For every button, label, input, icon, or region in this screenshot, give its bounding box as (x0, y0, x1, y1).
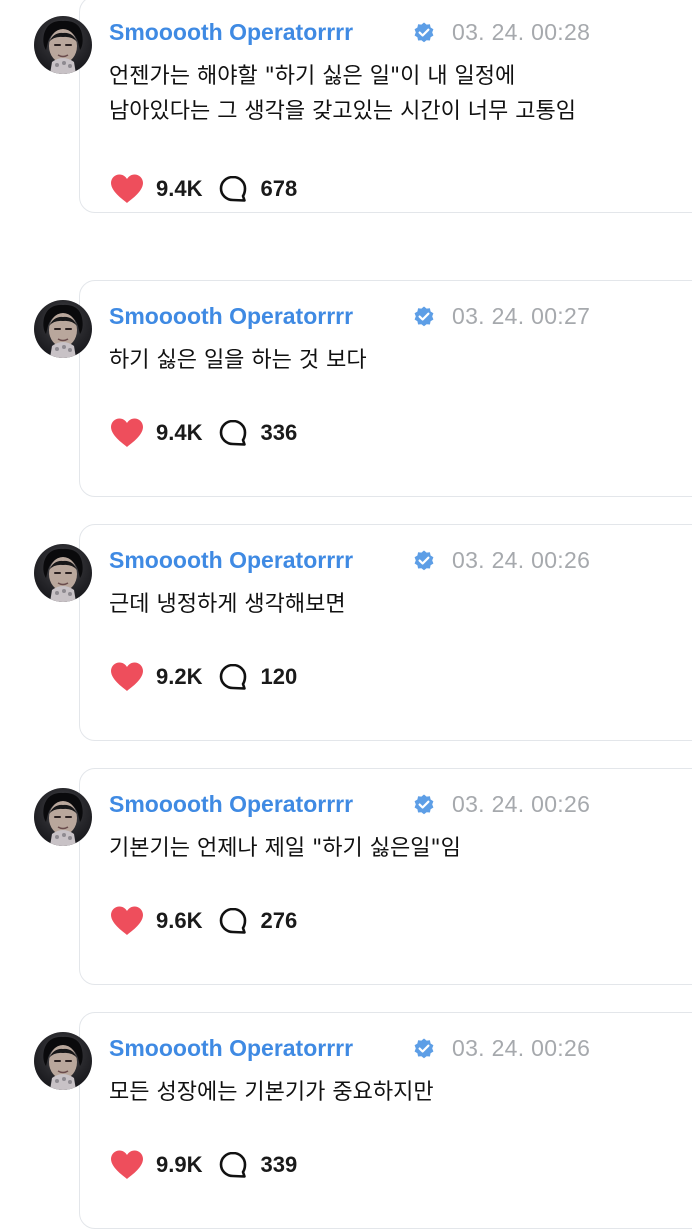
post-feed: Smooooth Operatorrrr 03. 24. 00:28 언젠가는 … (0, 0, 692, 1229)
avatar[interactable] (34, 1032, 92, 1090)
avatar[interactable] (34, 544, 92, 602)
like-count: 9.4K (156, 420, 203, 445)
heart-icon (111, 662, 143, 691)
comment-bubble-icon (220, 663, 247, 690)
like-count: 9.9K (156, 1152, 203, 1177)
post-item: Smooooth Operatorrrr 03. 24. 00:26 모든 성장… (0, 1012, 692, 1229)
verified-badge-icon (414, 1038, 434, 1059)
avatar[interactable] (34, 788, 92, 846)
like-button[interactable]: 9.4K (109, 415, 202, 451)
comment-button[interactable]: 339 (202, 1147, 297, 1183)
comment-count: 336 (260, 420, 298, 445)
comment-bubble-icon (220, 907, 247, 934)
post-actions: 9.9K 339 (109, 1147, 297, 1183)
like-button[interactable]: 9.6K (109, 903, 202, 939)
comment-button[interactable]: 678 (202, 171, 297, 207)
verified-badge-icon (414, 550, 434, 571)
post-text: 모든 성장에는 기본기가 중요하지만 (109, 1080, 434, 1105)
post-item: Smooooth Operatorrrr 03. 24. 00:26 기본기는 … (0, 768, 692, 985)
heart-icon (111, 174, 143, 203)
post-text: 근데 냉정하게 생각해보면 (109, 592, 346, 617)
like-count: 9.6K (156, 908, 203, 933)
comment-count: 276 (260, 908, 298, 933)
comment-button[interactable]: 336 (202, 415, 297, 451)
author-name[interactable]: Smooooth Operatorrrr (109, 1032, 353, 1064)
post-timestamp: 03. 24. 00:26 (452, 791, 591, 817)
comment-count: 678 (260, 176, 298, 201)
post-actions: 9.2K 120 (109, 659, 297, 695)
post-timestamp: 03. 24. 00:26 (452, 1035, 591, 1061)
post-item: Smooooth Operatorrrr 03. 24. 00:28 언젠가는 … (0, 0, 692, 213)
verified-badge-icon (414, 306, 434, 327)
comment-count: 120 (260, 664, 298, 689)
heart-icon (111, 1150, 143, 1179)
verified-badge-icon (414, 794, 434, 815)
post-actions: 9.4K 678 (109, 171, 297, 207)
post-text: 기본기는 언제나 제일 "하기 싫은일"임 (109, 836, 461, 861)
post-item: Smooooth Operatorrrr 03. 24. 00:26 근데 냉정… (0, 524, 692, 741)
like-button[interactable]: 9.9K (109, 1147, 202, 1183)
post-actions: 9.4K 336 (109, 415, 297, 451)
post-timestamp: 03. 24. 00:26 (452, 547, 591, 573)
comment-bubble-icon (220, 1151, 247, 1178)
verified-badge-icon (414, 22, 434, 43)
author-name[interactable]: Smooooth Operatorrrr (109, 544, 353, 576)
comment-bubble-icon (220, 419, 247, 446)
post-actions: 9.6K 276 (109, 903, 297, 939)
like-count: 9.4K (156, 176, 203, 201)
comment-button[interactable]: 276 (202, 903, 297, 939)
post-text: 하기 싫은 일을 하는 것 보다 (109, 348, 367, 373)
post-timestamp: 03. 24. 00:28 (452, 19, 591, 45)
avatar[interactable] (34, 300, 92, 358)
like-count: 9.2K (156, 664, 203, 689)
author-name[interactable]: Smooooth Operatorrrr (109, 300, 353, 332)
heart-icon (111, 906, 143, 935)
comment-bubble-icon (220, 175, 247, 202)
author-name[interactable]: Smooooth Operatorrrr (109, 16, 353, 48)
post-item: Smooooth Operatorrrr 03. 24. 00:27 하기 싫은… (0, 280, 692, 497)
comment-button[interactable]: 120 (202, 659, 297, 695)
post-timestamp: 03. 24. 00:27 (452, 303, 591, 329)
heart-icon (111, 418, 143, 447)
author-name[interactable]: Smooooth Operatorrrr (109, 788, 353, 820)
like-button[interactable]: 9.4K (109, 171, 202, 207)
avatar[interactable] (34, 16, 92, 74)
comment-count: 339 (260, 1152, 298, 1177)
like-button[interactable]: 9.2K (109, 659, 202, 695)
post-text: 언젠가는 해야할 "하기 싫은 일"이 내 일정에 남아있다는 그 생각을 갖고… (109, 64, 577, 124)
